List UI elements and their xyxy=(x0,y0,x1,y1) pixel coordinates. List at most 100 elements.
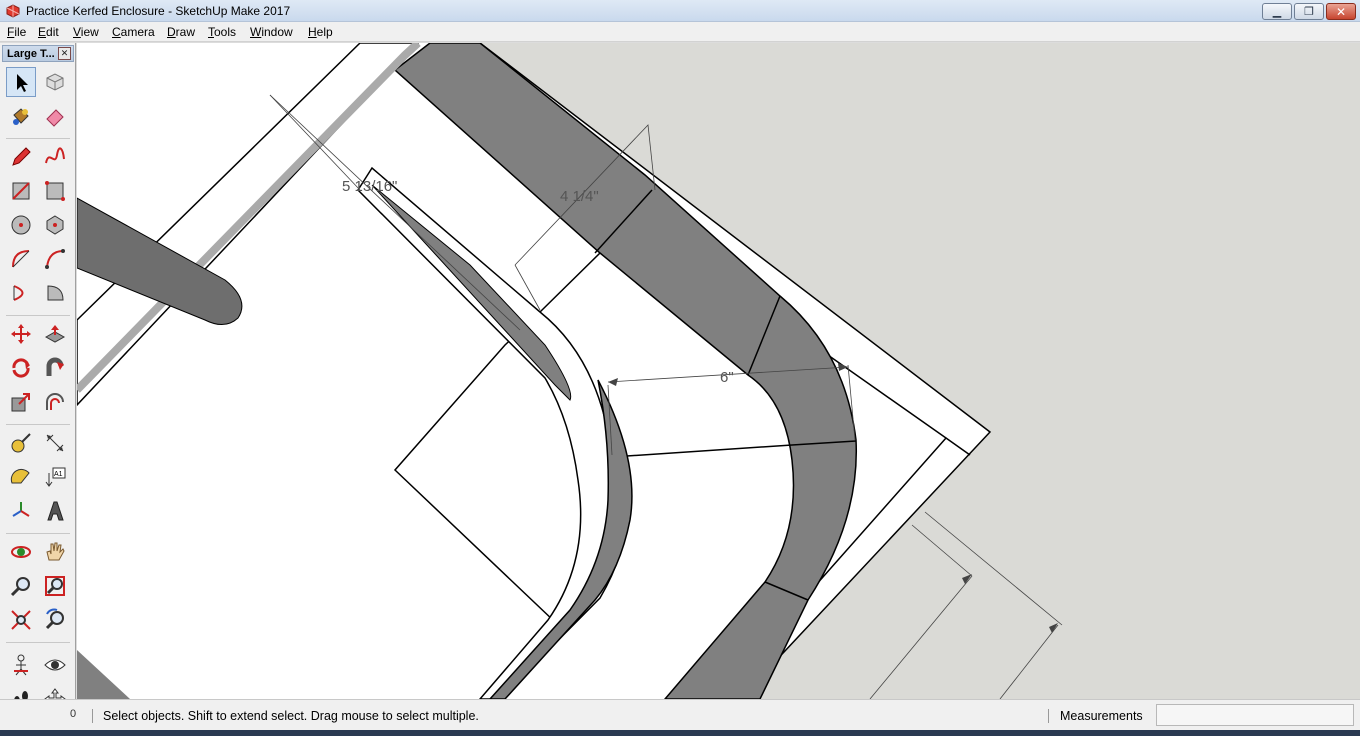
menu-help[interactable]: Help xyxy=(308,25,333,39)
menu-tools[interactable]: Tools xyxy=(208,25,236,39)
pie-tool[interactable] xyxy=(40,278,70,308)
orbit-icon xyxy=(11,546,31,558)
toolbar-title: Large T... xyxy=(7,48,55,60)
circle-icon xyxy=(11,215,31,235)
geo-location-icon[interactable]: 0 xyxy=(70,708,80,722)
model-canvas[interactable]: 5 13/16" 4 1/4" 6" xyxy=(77,43,1360,699)
3d-text-tool[interactable] xyxy=(40,496,70,526)
status-divider xyxy=(92,709,93,723)
two-point-arc-tool[interactable] xyxy=(40,244,70,274)
three-point-arc-icon xyxy=(13,285,24,301)
menu-file[interactable]: File xyxy=(7,25,26,39)
title-bar: Practice Kerfed Enclosure - SketchUp Mak… xyxy=(0,0,1360,22)
tape-measure-tool[interactable] xyxy=(6,428,36,458)
3d-text-icon xyxy=(47,501,64,521)
dimension-tool[interactable] xyxy=(40,428,70,458)
dimension-label-6[interactable]: 6" xyxy=(720,369,734,386)
status-message: Select objects. Shift to extend select. … xyxy=(103,709,479,723)
move-tool[interactable] xyxy=(6,319,36,349)
scale-icon xyxy=(11,393,30,412)
measurements-input[interactable] xyxy=(1156,704,1354,726)
drawing-viewport[interactable]: 5 13/16" 4 1/4" 6" xyxy=(77,43,1360,699)
paint-bucket-icon xyxy=(13,108,29,125)
offset-tool[interactable] xyxy=(40,387,70,417)
freehand-tool[interactable] xyxy=(40,142,70,172)
rotate-tool[interactable] xyxy=(6,353,36,383)
line-tool[interactable] xyxy=(6,142,36,172)
eraser-tool[interactable] xyxy=(40,101,70,131)
rotated-rectangle-tool[interactable] xyxy=(40,176,70,206)
minimize-icon: ▁ xyxy=(1272,6,1282,18)
menu-edit[interactable]: Edit xyxy=(38,25,59,39)
eraser-icon xyxy=(46,109,64,127)
push-pull-icon xyxy=(44,325,66,343)
menu-camera[interactable]: Camera xyxy=(112,25,155,39)
menu-draw[interactable]: Draw xyxy=(167,25,195,39)
position-camera-icon xyxy=(14,654,28,676)
arc-icon xyxy=(12,250,30,268)
tape-measure-icon xyxy=(11,433,31,453)
pan-tool[interactable] xyxy=(40,537,70,567)
zoom-window-icon xyxy=(45,576,65,596)
dimension-icon xyxy=(46,434,64,452)
polygon-tool[interactable] xyxy=(40,210,70,240)
follow-me-tool[interactable] xyxy=(40,353,70,383)
window-title: Practice Kerfed Enclosure - SketchUp Mak… xyxy=(26,4,291,18)
move-arrows-icon xyxy=(11,324,31,344)
axes-icon xyxy=(12,502,30,517)
menu-window[interactable]: Window xyxy=(250,25,293,39)
dimension-label-4-1-4[interactable]: 4 1/4" xyxy=(560,188,599,205)
zoom-extents-tool[interactable] xyxy=(6,605,36,635)
measurements-label: Measurements xyxy=(1060,709,1143,723)
protractor-icon xyxy=(10,468,30,484)
circle-tool[interactable] xyxy=(6,210,36,240)
rectangle-tool[interactable] xyxy=(6,176,36,206)
arc-tool[interactable] xyxy=(6,244,36,274)
freehand-icon xyxy=(45,147,65,164)
menu-bar: File Edit View Camera Draw Tools Window … xyxy=(0,22,1360,42)
restore-button[interactable]: ❐ xyxy=(1294,3,1324,20)
axes-tool[interactable] xyxy=(6,496,36,526)
push-pull-tool[interactable] xyxy=(40,319,70,349)
rotate-icon xyxy=(12,358,30,378)
scale-tool[interactable] xyxy=(6,387,36,417)
text-tool[interactable]: A1 xyxy=(40,462,70,492)
zoom-tool[interactable] xyxy=(6,571,36,601)
measurements-divider xyxy=(1048,709,1049,723)
position-camera-tool[interactable] xyxy=(6,650,36,680)
polygon-icon xyxy=(46,215,64,235)
previous-view-icon xyxy=(45,608,64,630)
two-point-arc-icon xyxy=(45,249,65,269)
restore-icon: ❐ xyxy=(1304,6,1314,18)
minimize-button[interactable]: ▁ xyxy=(1262,3,1292,20)
magnifier-icon xyxy=(10,577,30,597)
rectangle-icon xyxy=(12,182,30,200)
look-around-tool[interactable] xyxy=(40,650,70,680)
text-label-icon: A1 xyxy=(45,467,66,487)
make-component-tool[interactable] xyxy=(40,67,70,97)
zoom-window-tool[interactable] xyxy=(40,571,70,601)
follow-me-icon xyxy=(46,357,64,376)
select-tool[interactable] xyxy=(6,67,36,97)
toolbar-close-icon[interactable]: ✕ xyxy=(58,47,71,60)
rotated-rectangle-icon xyxy=(45,181,65,201)
three-point-arc-tool[interactable] xyxy=(6,278,36,308)
hand-icon xyxy=(46,542,65,561)
offset-icon xyxy=(46,393,64,410)
close-button[interactable]: ✕ xyxy=(1326,3,1356,20)
close-icon: ✕ xyxy=(1335,4,1347,19)
large-tool-set-toolbar: Large T... ✕ A1 xyxy=(0,43,76,719)
component-box-icon xyxy=(46,73,64,91)
orbit-tool[interactable] xyxy=(6,537,36,567)
previous-view-tool[interactable] xyxy=(40,605,70,635)
eye-icon xyxy=(44,659,66,671)
protractor-tool[interactable] xyxy=(6,462,36,492)
taskbar-strip xyxy=(0,730,1360,736)
menu-view[interactable]: View xyxy=(73,25,99,39)
toolbar-header[interactable]: Large T... ✕ xyxy=(2,45,74,62)
pie-icon xyxy=(47,285,64,301)
dimension-label-5-13-16[interactable]: 5 13/16" xyxy=(342,178,397,195)
zoom-extents-icon xyxy=(11,610,31,630)
paint-bucket-tool[interactable] xyxy=(6,101,36,131)
sketchup-window: Practice Kerfed Enclosure - SketchUp Mak… xyxy=(0,0,1360,736)
